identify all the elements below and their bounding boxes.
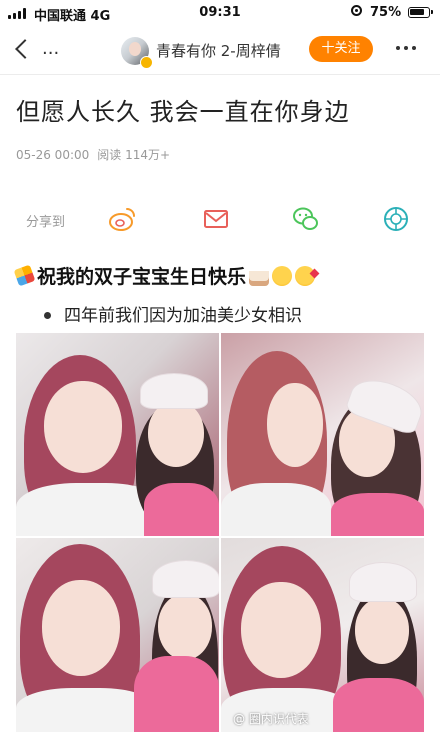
follow-button[interactable]: 十关注: [309, 36, 373, 62]
article-meta: 05-26 00:00 阅读 114万+: [16, 146, 170, 163]
wechat-icon[interactable]: [292, 205, 320, 233]
watermark: @ 圈内识代表: [233, 710, 309, 727]
photo-4[interactable]: [221, 538, 424, 732]
battery-icon: [408, 7, 433, 18]
birthday-message: 祝我的双子宝宝生日快乐: [13, 262, 316, 289]
back-button[interactable]: [12, 35, 36, 63]
photo-2[interactable]: [221, 333, 424, 536]
photo-1[interactable]: [16, 333, 219, 536]
mail-icon[interactable]: [202, 205, 230, 233]
article-title: 但愿人长久 我会一直在你身边: [16, 98, 350, 126]
dot-icon: [396, 46, 400, 50]
weibo-icon[interactable]: [108, 205, 136, 233]
nav-bar: ... 青春有你 2-周梓倩 十关注: [0, 26, 440, 75]
photo-grid: [16, 333, 424, 732]
dot-icon: [412, 46, 416, 50]
share-label: 分享到: [26, 215, 66, 230]
birthday-cake-icon: [249, 265, 270, 286]
bullet-dot: [44, 312, 51, 319]
battery-percentage: 75%: [370, 5, 402, 20]
more-options-button[interactable]: [396, 46, 416, 50]
status-bar: 中国联通 4G 09:31 75%: [0, 0, 440, 26]
party-popper-icon: [13, 264, 36, 287]
partying-face-icon: [272, 265, 293, 286]
moments-icon[interactable]: [382, 205, 410, 233]
verified-badge-icon: [140, 56, 153, 69]
dot-icon: [404, 46, 408, 50]
nav-ellipsis: ...: [42, 38, 60, 59]
smiling-hearts-icon: [295, 265, 316, 286]
account-name[interactable]: 青春有你 2-周梓倩: [156, 40, 281, 61]
photo-3[interactable]: [16, 538, 219, 732]
rotation-lock-icon: [351, 5, 362, 16]
read-count: 阅读 114万+: [97, 148, 171, 162]
bullet-text: 四年前我们因为加油美少女相识: [64, 306, 302, 326]
birthday-text: 祝我的双子宝宝生日快乐: [37, 266, 247, 288]
watermark-text: @ 圈内识代表: [233, 712, 309, 726]
publish-date: 05-26 00:00: [16, 148, 90, 162]
